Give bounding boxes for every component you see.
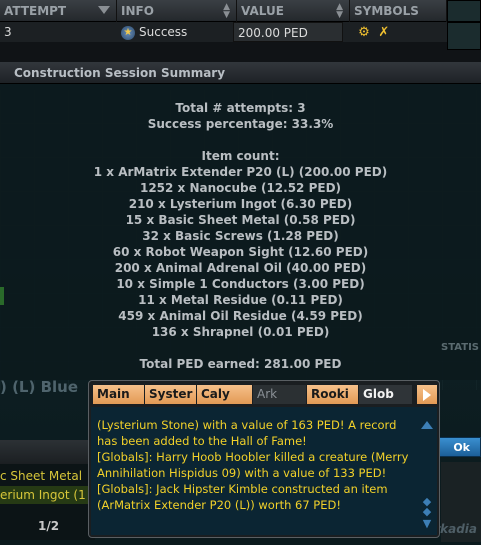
summary-line: 11 x Metal Residue (0.11 PED) [138, 293, 343, 307]
summary-line: 210 x Lysterium Ingot (6.30 PED) [128, 197, 353, 211]
summary-line [0, 132, 481, 148]
chat-message: [Globals]: Harry Hoob Hoobler killed a c… [97, 450, 409, 480]
tools-icon: ✗ [378, 24, 390, 40]
chat-message: (Lysterium Stone) with a value of 163 PE… [97, 418, 397, 448]
sort-updown-icon[interactable]: ▲ ▼ [336, 3, 343, 20]
summary-line: Item count: [201, 149, 280, 163]
background-list-header [0, 440, 95, 464]
column-header-label: INFO [121, 4, 154, 18]
summary-line: Total PED earned: 281.00 PED [139, 357, 342, 371]
summary-line: 60 x Robot Weapon Sight (12.60 PED) [112, 245, 369, 259]
column-header-value[interactable]: VALUE ▲ ▼ [237, 0, 350, 22]
panel-title: Construction Session Summary [0, 62, 481, 84]
summary-line: 200 x Animal Adrenal Oil (40.00 PED) [114, 261, 367, 275]
scroll-bottom-icon[interactable]: ▼ [421, 518, 433, 529]
sort-down-icon[interactable] [98, 6, 110, 14]
left-edge-tab[interactable] [0, 287, 4, 305]
summary-line: 1 x ArMatrix Extender P20 (L) (200.00 PE… [93, 165, 388, 179]
chat-tabs: Main Syster Caly Ark Rooki Glob [93, 385, 437, 405]
column-header-label: VALUE [241, 4, 284, 18]
chat-scrollbar[interactable]: ◆ ◆ ▼ [421, 421, 433, 533]
attempts-table: ATTEMPT INFO ▲ ▼ VALUE ▲ ▼ SYMBOLS 3 ★ Succ… [0, 0, 481, 62]
chat-message: [Globals]: Jack Hipster Kimble construct… [97, 482, 388, 512]
list-item[interactable]: erium Ingot (1 [0, 486, 95, 504]
column-header-label: ATTEMPT [4, 4, 67, 18]
list-item[interactable]: c Sheet Metal [0, 467, 82, 485]
chat-window[interactable]: Main Syster Caly Ark Rooki Glob (Lysteri… [88, 380, 440, 538]
star-icon: ★ [121, 25, 135, 40]
summary-line: Success percentage: 33.3% [147, 117, 334, 131]
tab-arkadia[interactable]: Ark [253, 385, 307, 404]
info-text: Success [139, 25, 188, 39]
summary-line: 1252 x Nanocube (12.52 PED) [139, 181, 342, 195]
blueprint-gear-icon: ⚙ [358, 24, 370, 40]
column-header-info[interactable]: INFO ▲ ▼ [117, 0, 237, 22]
construction-summary-panel: Construction Session Summary Total # att… [0, 62, 481, 380]
background-stat-label: STATIS [441, 342, 479, 353]
summary-line: 459 x Animal Oil Residue (4.59 PED) [118, 309, 363, 323]
scroll-up-icon[interactable] [421, 421, 433, 429]
summary-line: 136 x Shrapnel (0.01 PED) [151, 325, 330, 339]
summary-text: Total # attempts: 3 Success percentage: … [0, 100, 481, 372]
tab-calypso[interactable]: Caly [197, 385, 253, 404]
ok-button[interactable]: Ok [435, 437, 481, 457]
tab-rookie[interactable]: Rooki [307, 385, 359, 404]
chat-log: (Lysterium Stone) with a value of 163 PE… [97, 417, 415, 513]
tabs-next-arrow-icon[interactable] [417, 385, 437, 404]
tab-globals[interactable]: Glob [359, 385, 413, 404]
summary-line: 10 x Simple 1 Conductors (3.00 PED) [116, 277, 365, 291]
info-cell: ★ Success [117, 22, 237, 42]
symbols-cell: ⚙ ✗ [352, 22, 412, 42]
item-thumbnail [447, 22, 481, 50]
column-header-symbols[interactable]: SYMBOLS [350, 0, 447, 22]
tab-system[interactable]: Syster [145, 385, 197, 404]
column-header-attempt[interactable]: ATTEMPT [0, 0, 117, 22]
background-item-label: ) (L) Blue [0, 378, 78, 396]
summary-line: 15 x Basic Sheet Metal (0.58 PED) [125, 213, 356, 227]
page-indicator: 1/2 [38, 519, 60, 533]
summary-line [0, 340, 481, 356]
value-cell: 200.00 PED [233, 22, 343, 42]
chat-messages[interactable]: (Lysterium Stone) with a value of 163 PE… [91, 407, 437, 535]
column-header-label: SYMBOLS [354, 4, 419, 18]
table-row[interactable]: 3 ★ Success 200.00 PED ⚙ ✗ [0, 22, 481, 42]
sort-updown-icon[interactable]: ▲ ▼ [223, 3, 230, 20]
summary-line: 32 x Basic Screws (1.28 PED) [142, 229, 339, 243]
table-header: ATTEMPT INFO ▲ ▼ VALUE ▲ ▼ SYMBOLS [0, 0, 481, 22]
attempt-cell: 3 [4, 25, 12, 39]
item-thumbnail [447, 0, 481, 22]
scroll-down-icon[interactable]: ◆ [421, 506, 433, 517]
summary-line: Total # attempts: 3 [175, 101, 306, 115]
tab-main[interactable]: Main [93, 385, 145, 404]
